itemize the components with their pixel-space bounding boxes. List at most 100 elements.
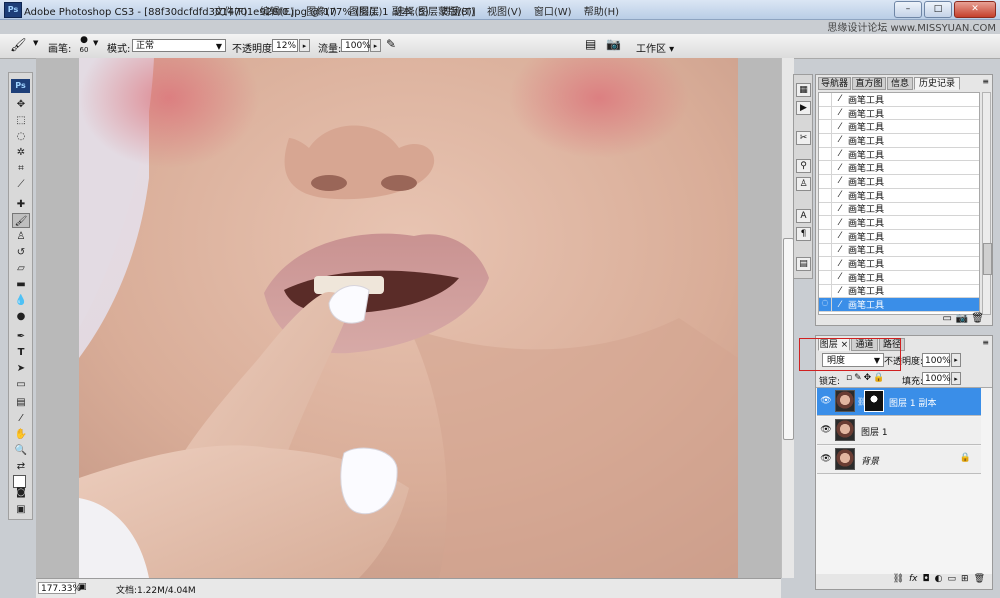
clone-source-dock-icon[interactable]: ♙ <box>796 177 811 191</box>
layer-row-background[interactable]: 👁 背景 🔒 <box>817 446 981 474</box>
brushes-palette-icon[interactable]: ▤ <box>585 37 596 51</box>
scrollbar-thumb[interactable] <box>983 243 992 275</box>
brush-preview[interactable]: ● 60 <box>78 35 90 55</box>
history-item[interactable]: ⁄ 画笔工具 <box>819 229 979 244</box>
history-brush-source-checkbox[interactable] <box>819 134 832 147</box>
history-item[interactable]: ⁄ 画笔工具 <box>819 120 979 135</box>
history-item[interactable]: ⁄ 画笔工具 <box>819 257 979 271</box>
history-item[interactable]: ⁄ 画笔工具 <box>819 106 979 121</box>
clone-stamp-icon[interactable]: ♙ <box>12 229 30 244</box>
eye-icon[interactable]: 👁 <box>820 425 832 435</box>
shape-tool-icon[interactable]: ▭ <box>12 377 30 392</box>
photoshop-app-icon[interactable]: Ps <box>4 2 22 18</box>
history-item[interactable]: ⁄ 画笔工具 <box>819 188 979 203</box>
zoom-tool-icon[interactable]: 🔍 <box>12 443 30 458</box>
opacity-slider-button[interactable]: ▸ <box>299 39 310 52</box>
layer-opacity-input[interactable]: 100% <box>922 353 951 367</box>
close-button[interactable]: ✕ <box>954 1 996 18</box>
path-selection-icon[interactable]: ➤ <box>12 361 30 376</box>
history-item[interactable]: ◌ ⁄ 画笔工具 <box>819 298 979 312</box>
history-item[interactable]: ⁄ 画笔工具 <box>819 134 979 148</box>
menu-help[interactable]: 帮助(H) <box>584 7 619 18</box>
adjustment-layer-icon[interactable]: ◐ <box>935 574 943 588</box>
mode-select[interactable]: 正常 ▼ <box>132 39 226 52</box>
history-scrollbar[interactable] <box>982 92 992 315</box>
history-brush-source-checkbox[interactable] <box>819 147 832 161</box>
lasso-tool-icon[interactable]: ◌ <box>12 129 30 144</box>
trash-icon[interactable]: 🗑 <box>974 574 985 588</box>
actions-dock-icon[interactable]: ▶ <box>796 101 811 115</box>
hand-tool-icon[interactable]: ✋ <box>12 427 30 442</box>
opacity-slider-button[interactable]: ▸ <box>951 353 961 367</box>
link-layers-icon[interactable]: ⛓ <box>893 574 904 588</box>
new-document-from-state-icon[interactable]: ▭ <box>943 313 952 324</box>
layer-style-icon[interactable]: fx <box>909 574 918 588</box>
menu-filter[interactable]: 滤镜(T) <box>441 7 475 18</box>
paragraph-dock-icon[interactable]: ¶ <box>796 227 811 241</box>
gradient-tool-icon[interactable]: ▬ <box>12 277 30 292</box>
history-brush-source-checkbox[interactable] <box>819 243 832 257</box>
history-brush-source-checkbox[interactable] <box>819 216 832 229</box>
flow-input[interactable]: 100% <box>341 39 371 52</box>
maximize-button[interactable]: □ <box>924 1 952 18</box>
history-item[interactable]: ⁄ 画笔工具 <box>819 243 979 258</box>
layer-comps-dock-icon[interactable]: ▤ <box>796 257 811 271</box>
minimize-button[interactable]: – <box>894 1 922 18</box>
history-brush-source-checkbox[interactable]: ◌ <box>819 298 832 311</box>
layer-row-copy[interactable]: 👁 ⛓ 图层 1 副本 <box>817 388 981 416</box>
magic-wand-icon[interactable]: ✲ <box>12 145 30 160</box>
layer-row-1[interactable]: 👁 图层 1 <box>817 417 981 445</box>
screen-mode-icon[interactable]: ▣ <box>12 502 30 517</box>
brush-picker-arrow-icon[interactable]: ▼ <box>93 39 98 47</box>
lock-icons[interactable]: ▫✎✥🔒 <box>846 373 886 383</box>
move-tool-icon[interactable]: ✥ <box>12 97 30 112</box>
menu-view[interactable]: 视图(V) <box>487 7 522 18</box>
marquee-tool-icon[interactable]: ⬚ <box>12 113 30 128</box>
brush-tool-icon[interactable]: 🖌 <box>10 38 27 53</box>
tab-history[interactable]: 历史记录 × <box>914 77 960 102</box>
pen-tool-icon[interactable]: ✒ <box>12 329 30 344</box>
history-brush-source-checkbox[interactable] <box>819 270 832 284</box>
history-item[interactable]: ⁄ 画笔工具 <box>819 161 979 176</box>
history-brush-source-checkbox[interactable] <box>819 93 832 106</box>
crop-tool-icon[interactable]: ⌗ <box>12 161 30 176</box>
history-brush-source-checkbox[interactable] <box>819 120 832 134</box>
quick-mask-icon[interactable]: ◙ <box>12 485 30 500</box>
history-brush-source-checkbox[interactable] <box>819 106 832 120</box>
history-brush-source-checkbox[interactable] <box>819 202 832 216</box>
history-item[interactable]: ⁄ 画笔工具 <box>819 270 979 285</box>
flow-slider-button[interactable]: ▸ <box>370 39 381 52</box>
zoom-level-input[interactable]: 177.33% <box>38 582 81 594</box>
menu-file[interactable]: 文件(F) <box>214 7 248 18</box>
history-brush-source-checkbox[interactable] <box>819 175 832 188</box>
trash-icon[interactable]: 🗑 <box>971 313 984 324</box>
menu-select[interactable]: 选择(S) <box>395 7 429 18</box>
tab-navigator[interactable]: 导航器 <box>818 77 851 90</box>
history-brush-source-checkbox[interactable] <box>819 229 832 243</box>
history-brush-source-checkbox[interactable] <box>819 284 832 298</box>
history-item[interactable]: ⁄ 画笔工具 <box>819 284 979 299</box>
swap-colors-icon[interactable]: ⇄ <box>12 459 30 474</box>
opacity-input[interactable]: 12% <box>272 39 298 52</box>
airbrush-icon[interactable]: ✎ <box>386 37 396 51</box>
layer-mask-thumbnail[interactable] <box>864 390 884 412</box>
tool-preset-dropdown-icon[interactable]: ▼ <box>33 39 38 47</box>
blur-tool-icon[interactable]: 💧 <box>12 293 30 308</box>
notes-tool-icon[interactable]: ▤ <box>12 395 30 410</box>
workspace-button[interactable]: 工作区 ▾ <box>636 40 674 55</box>
document-image[interactable] <box>79 58 738 578</box>
history-item[interactable]: ⁄ 画笔工具 <box>819 216 979 230</box>
dodge-tool-icon[interactable]: ● <box>12 309 30 324</box>
menu-image[interactable]: 图像(I) <box>306 7 337 18</box>
tools-dock-icon[interactable]: ✂ <box>796 131 811 145</box>
menu-edit[interactable]: 编辑(E) <box>260 7 294 18</box>
menu-layer[interactable]: 图层(L) <box>349 7 382 18</box>
history-brush-icon[interactable]: ↺ <box>12 245 30 260</box>
status-icon[interactable]: ▣ <box>78 582 87 592</box>
fill-slider-button[interactable]: ▸ <box>951 372 961 385</box>
eraser-tool-icon[interactable]: ▱ <box>12 261 30 276</box>
history-item[interactable]: ⁄ 画笔工具 <box>819 93 979 107</box>
character-dock-icon[interactable]: A <box>796 209 811 223</box>
eye-icon[interactable]: 👁 <box>820 396 832 406</box>
add-mask-icon[interactable]: ◘ <box>923 574 930 588</box>
